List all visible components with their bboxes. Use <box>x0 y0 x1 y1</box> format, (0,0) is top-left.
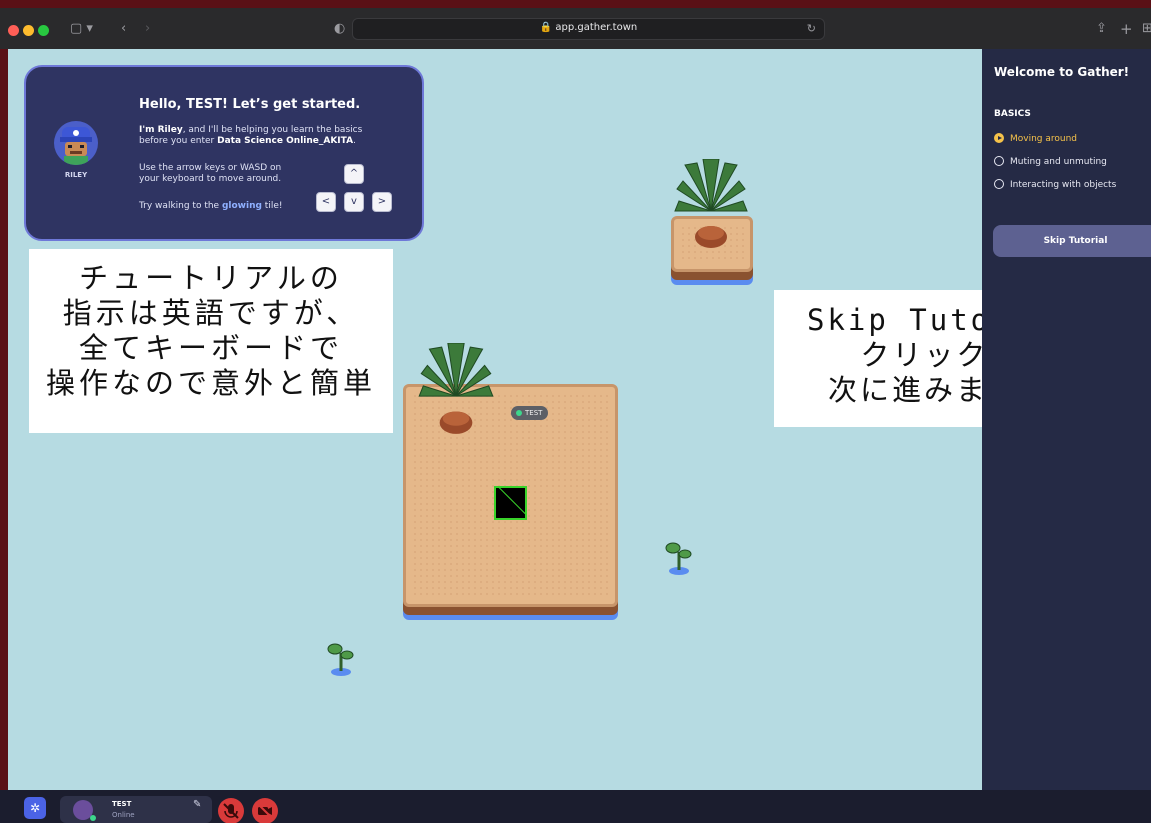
step-label: Moving around <box>1010 134 1078 144</box>
forward-icon[interactable]: › <box>145 20 150 38</box>
gather-logo-icon[interactable]: ✲ <box>24 797 46 819</box>
plant-sprout-icon <box>665 542 692 575</box>
tutorial-goal: Try walking to the glowing tile! <box>139 201 283 211</box>
arrow-down-key: v <box>344 192 364 212</box>
guide-name: RILEY <box>64 171 88 179</box>
camera-off-icon <box>257 803 273 819</box>
play-circle-icon <box>994 133 1004 143</box>
annotation-line: 操作なので意外と簡単 <box>45 366 376 400</box>
lock-icon: 🔒 <box>539 22 553 33</box>
step-label: Interacting with objects <box>1010 180 1117 190</box>
step-muting[interactable]: Muting and unmuting <box>994 156 1107 167</box>
section-heading: BASICS <box>994 109 1031 119</box>
tutorial-title: Hello, TEST! Let’s get started. <box>139 97 361 112</box>
camera-off-button[interactable] <box>252 798 278 823</box>
plus-icon[interactable]: + <box>1120 20 1133 38</box>
annotation-line: 指示は英語ですが、 <box>62 296 360 330</box>
back-icon[interactable]: ‹ <box>121 20 126 38</box>
radio-circle-icon <box>994 179 1004 189</box>
address-bar[interactable]: 🔒 app.gather.town ↻ <box>352 18 825 40</box>
plant-sprout-icon <box>327 643 354 676</box>
skip-tutorial-button[interactable]: Skip Tutorial <box>993 225 1151 257</box>
arrow-right-key: > <box>372 192 392 212</box>
share-icon[interactable]: ⇪ <box>1096 20 1107 38</box>
step-interacting[interactable]: Interacting with objects <box>994 179 1116 190</box>
step-label: Muting and unmuting <box>1010 157 1107 167</box>
palm-tree-icon <box>674 159 748 248</box>
glowing-tile[interactable] <box>494 486 527 520</box>
minimize-window-button[interactable] <box>23 25 34 36</box>
arrow-left-key: < <box>316 192 336 212</box>
tutorial-intro: I'm Riley, and I'll be helping you learn… <box>139 125 363 146</box>
user-status: Online <box>112 811 135 819</box>
tutorial-card: RILEY Hello, TEST! Let’s get started. I'… <box>24 65 424 241</box>
tutorial-side-panel: Welcome to Gather! BASICS Moving around … <box>982 49 1151 790</box>
mic-muted-button[interactable] <box>218 798 244 823</box>
bottom-bar: ✲ TEST Online ✎ <box>0 790 1151 823</box>
arrow-up-key: ^ <box>344 164 364 184</box>
radio-circle-icon <box>994 156 1004 166</box>
user-status-card[interactable]: TEST Online ✎ <box>60 796 212 823</box>
step-moving-around[interactable]: Moving around <box>994 133 1077 144</box>
mic-off-icon <box>223 803 239 819</box>
sidebar-toggle-icon[interactable]: ▢ ▾ <box>70 20 93 38</box>
annotation-line: チュートリアルの <box>79 261 343 295</box>
panel-title: Welcome to Gather! <box>994 65 1130 79</box>
browser-toolbar: ▢ ▾ ‹ › ◐ 🔒 app.gather.town ↻ ⇪ + ⊞ <box>0 0 1151 49</box>
tutorial-instructions: Use the arrow keys or WASD on your keybo… <box>139 163 282 184</box>
maximize-window-button[interactable] <box>38 25 49 36</box>
tab-overview-icon[interactable]: ⊞ <box>1142 20 1151 38</box>
annotation-left: チュートリアルの 指示は英語ですが、 全てキーボードで 操作なので意外と簡単 <box>29 249 393 433</box>
close-window-button[interactable] <box>8 25 19 36</box>
riley-avatar <box>54 121 98 165</box>
reload-icon[interactable]: ↻ <box>807 22 816 35</box>
privacy-shield-icon[interactable]: ◐ <box>334 20 345 38</box>
palm-tree-icon <box>418 343 494 434</box>
user-name: TEST <box>112 800 132 808</box>
url-text: app.gather.town <box>555 22 638 33</box>
player-name-tag: TEST <box>511 406 549 420</box>
pencil-icon[interactable]: ✎ <box>193 799 201 810</box>
annotation-line: 全てキーボードで <box>78 331 343 365</box>
online-status-icon <box>90 815 96 821</box>
